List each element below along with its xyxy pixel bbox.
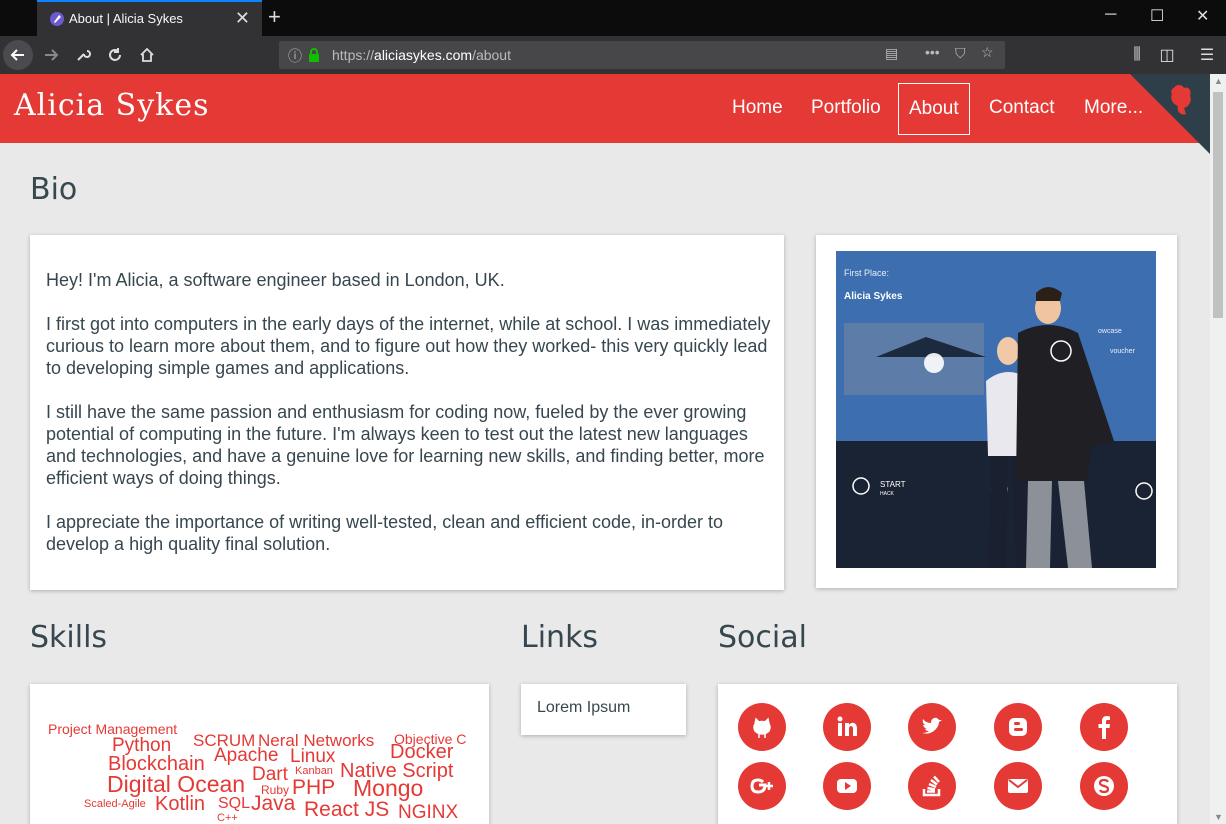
home-button[interactable]: [132, 40, 162, 70]
new-tab-icon[interactable]: +: [268, 4, 281, 30]
forward-arrow-icon: [45, 49, 59, 61]
github-corner-octocat-icon[interactable]: [1130, 74, 1210, 154]
home-icon: [140, 47, 154, 62]
lock-icon: [309, 48, 319, 62]
library-icon[interactable]: ⫼: [1122, 40, 1152, 70]
browser-toolbar: ⓘ https://aliciasykes.com/about ▤ ••• ⛉ …: [0, 36, 1226, 74]
email-icon[interactable]: [994, 762, 1042, 810]
page-actions-icon[interactable]: •••: [925, 44, 940, 60]
wrench-icon: [77, 50, 91, 61]
nav-contact[interactable]: Contact: [979, 83, 1064, 135]
linkedin-icon[interactable]: [823, 703, 871, 751]
photo-side-text1: owcase: [1098, 328, 1122, 335]
skills-word-cloud: Project Management Python SCRUM Neral Ne…: [30, 684, 489, 824]
skype-icon[interactable]: [1080, 762, 1128, 810]
rocket-favicon-icon: [50, 12, 64, 26]
site-brand[interactable]: Alicia Sykes: [14, 88, 210, 123]
skill-word: React JS: [304, 798, 390, 821]
close-tab-icon[interactable]: ✕: [235, 8, 250, 29]
skill-word: PHP: [292, 776, 336, 799]
scroll-down-arrow-icon[interactable]: ▼: [1214, 812, 1223, 822]
photo-card: First Place: Alicia Sykes owcase voucher…: [816, 235, 1177, 588]
web-page: Alicia Sykes Home Portfolio About Contac…: [0, 74, 1210, 824]
skill-word: Scaled-Agile: [84, 798, 146, 810]
photo-side-text2: voucher: [1110, 348, 1136, 355]
back-button[interactable]: [3, 40, 33, 70]
social-heading: Social: [718, 620, 807, 655]
github-icon[interactable]: [738, 703, 786, 751]
reload-button[interactable]: [100, 40, 130, 70]
bio-card: Hey! I'm Alicia, a software engineer bas…: [30, 235, 784, 590]
links-heading: Links: [521, 620, 599, 655]
wrench-button[interactable]: [68, 40, 98, 70]
blogger-icon[interactable]: [994, 703, 1042, 751]
maximize-icon[interactable]: ☐: [1150, 6, 1164, 26]
photo-logo-text2: HACK: [880, 491, 895, 497]
reader-view-icon[interactable]: ▤: [885, 45, 898, 62]
bio-text: Hey! I'm Alicia, a software engineer bas…: [46, 269, 774, 577]
stackoverflow-icon[interactable]: [908, 762, 956, 810]
skills-heading: Skills: [30, 620, 108, 655]
back-arrow-icon: [10, 49, 24, 61]
page-scrollbar[interactable]: ▲ ▼: [1210, 74, 1226, 824]
close-window-icon[interactable]: ✕: [1196, 6, 1209, 26]
address-bar[interactable]: ⓘ https://aliciasykes.com/about ▤ ••• ⛉ …: [279, 41, 1005, 69]
google-plus-icon[interactable]: [738, 762, 786, 810]
skill-word: NGINX: [398, 802, 459, 823]
social-card: [718, 684, 1177, 824]
bio-paragraph: I first got into computers in the early …: [46, 314, 771, 378]
forward-button[interactable]: [36, 40, 66, 70]
bio-heading: Bio: [30, 172, 78, 207]
twitter-icon[interactable]: [908, 703, 956, 751]
youtube-icon[interactable]: [823, 762, 871, 810]
bio-paragraph: I still have the same passion and enthus…: [46, 402, 765, 488]
nav-home[interactable]: Home: [722, 83, 793, 135]
scroll-up-arrow-icon[interactable]: ▲: [1214, 76, 1223, 86]
url-text: https://aliciasykes.com/about: [332, 47, 511, 63]
tab-title: About | Alicia Sykes: [69, 11, 183, 26]
facebook-icon[interactable]: [1080, 703, 1128, 751]
links-card: Lorem Ipsum: [521, 684, 686, 735]
bio-paragraph: Hey! I'm Alicia, a software engineer bas…: [46, 270, 505, 290]
browser-tab-strip: About | Alicia Sykes ✕ + ─ ☐ ✕: [0, 0, 1226, 36]
skill-word: Java: [251, 792, 296, 815]
bio-paragraph: I appreciate the importance of writing w…: [46, 512, 724, 554]
skills-card: Project Management Python SCRUM Neral Ne…: [30, 684, 489, 824]
link-item[interactable]: Lorem Ipsum: [537, 699, 630, 717]
skill-word: SQL: [218, 795, 251, 812]
profile-photo: First Place: Alicia Sykes owcase voucher…: [836, 251, 1156, 568]
hamburger-menu-icon[interactable]: ☰: [1192, 40, 1222, 70]
sidebar-icon[interactable]: ◫: [1152, 40, 1182, 70]
browser-tab[interactable]: About | Alicia Sykes ✕: [37, 0, 262, 36]
site-header: Alicia Sykes Home Portfolio About Contac…: [0, 74, 1210, 154]
minimize-icon[interactable]: ─: [1105, 6, 1116, 24]
pocket-icon[interactable]: ⛉: [955, 45, 966, 62]
skill-word: Kotlin: [155, 793, 206, 815]
skill-word: C++: [217, 812, 238, 824]
nav-portfolio[interactable]: Portfolio: [801, 83, 891, 135]
scrollbar-thumb[interactable]: [1213, 92, 1223, 318]
reload-icon: [109, 48, 121, 61]
info-icon[interactable]: ⓘ: [288, 46, 302, 66]
photo-caption-line2: Alicia Sykes: [844, 291, 903, 302]
nav-about[interactable]: About: [898, 83, 970, 135]
photo-logo-text1: START: [880, 480, 906, 489]
bookmark-star-icon[interactable]: ☆: [981, 44, 994, 61]
photo-caption-line1: First Place:: [844, 268, 889, 278]
